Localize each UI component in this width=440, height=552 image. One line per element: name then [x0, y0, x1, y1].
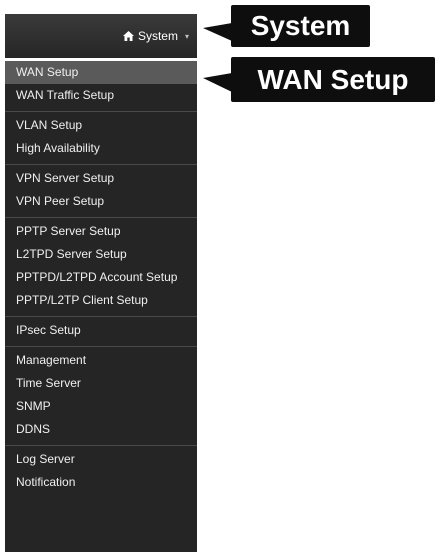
sidebar-menu: WAN Setup WAN Traffic Setup VLAN Setup H…: [5, 61, 197, 552]
callout-system-pointer: [203, 23, 232, 41]
sidebar-item-management[interactable]: Management: [5, 349, 197, 372]
sidebar-item-pptp-server-setup[interactable]: PPTP Server Setup: [5, 220, 197, 243]
menu-group-ipsec: IPsec Setup: [5, 317, 197, 347]
sidebar-item-time-server[interactable]: Time Server: [5, 372, 197, 395]
sidebar-item-notification[interactable]: Notification: [5, 471, 197, 494]
menu-group-pptp-l2tp: PPTP Server Setup L2TPD Server Setup PPT…: [5, 218, 197, 317]
sidebar-item-pptpd-l2tpd-account-setup[interactable]: PPTPD/L2TPD Account Setup: [5, 266, 197, 289]
system-dropdown-label: System: [137, 29, 178, 43]
callout-system: System: [231, 5, 370, 47]
callout-wan-setup-pointer: [203, 73, 232, 92]
sidebar-item-snmp[interactable]: SNMP: [5, 395, 197, 418]
sidebar-item-vpn-peer-setup[interactable]: VPN Peer Setup: [5, 190, 197, 213]
menu-group-wan: WAN Setup WAN Traffic Setup: [5, 61, 197, 112]
sidebar-item-wan-traffic-setup[interactable]: WAN Traffic Setup: [5, 84, 197, 107]
sidebar-item-vlan-setup[interactable]: VLAN Setup: [5, 114, 197, 137]
sidebar-item-log-server[interactable]: Log Server: [5, 448, 197, 471]
sidebar-item-ddns[interactable]: DDNS: [5, 418, 197, 441]
sidebar-item-pptp-l2tp-client-setup[interactable]: PPTP/L2TP Client Setup: [5, 289, 197, 312]
callout-wan-setup: WAN Setup: [231, 57, 435, 102]
menu-group-vpn: VPN Server Setup VPN Peer Setup: [5, 165, 197, 218]
sidebar-item-ipsec-setup[interactable]: IPsec Setup: [5, 319, 197, 342]
sidebar-item-wan-setup[interactable]: WAN Setup: [5, 61, 197, 84]
menu-group-management: Management Time Server SNMP DDNS: [5, 347, 197, 446]
menu-group-vlan: VLAN Setup High Availability: [5, 112, 197, 165]
menu-group-logging: Log Server Notification: [5, 446, 197, 498]
caret-down-icon: ▾: [184, 31, 189, 41]
sidebar-item-l2tpd-server-setup[interactable]: L2TPD Server Setup: [5, 243, 197, 266]
top-navbar: System ▾: [5, 14, 197, 58]
system-dropdown-button[interactable]: System ▾: [122, 26, 189, 46]
home-icon: [122, 31, 134, 41]
sidebar-item-vpn-server-setup[interactable]: VPN Server Setup: [5, 167, 197, 190]
sidebar-item-high-availability[interactable]: High Availability: [5, 137, 197, 160]
